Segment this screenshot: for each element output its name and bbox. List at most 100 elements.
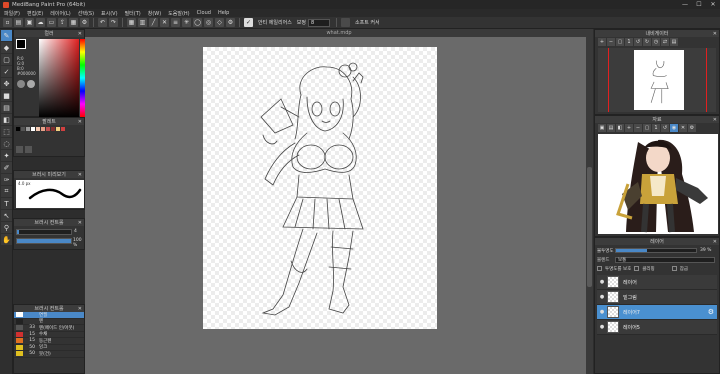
lasso-tool-icon[interactable]: ◌ — [1, 138, 12, 149]
visibility-eye-icon[interactable]: ● — [597, 324, 607, 330]
visibility-eye-icon[interactable]: ● — [597, 294, 607, 300]
brush-list-item[interactable]: 50 붓(건) — [14, 351, 84, 358]
dot-tool-icon[interactable]: ▢ — [1, 54, 12, 65]
add-palette-icon[interactable] — [16, 146, 23, 153]
soft-cursor-checkbox[interactable] — [341, 18, 350, 27]
zoom-out-icon[interactable]: − — [634, 124, 642, 132]
clipping-checkbox[interactable] — [634, 266, 640, 271]
drawing-canvas[interactable] — [203, 47, 437, 329]
undo-icon[interactable]: ↶ — [98, 18, 107, 27]
fit-icon[interactable]: ▢ — [616, 38, 624, 46]
layer-item[interactable]: ● 레이어5 — [597, 320, 717, 335]
pick-color-icon[interactable]: ◉ — [670, 124, 678, 132]
delete-icon[interactable]: ✕ — [679, 124, 687, 132]
brush-opacity-slider[interactable] — [16, 238, 72, 244]
save-icon[interactable]: ▣ — [25, 18, 34, 27]
rotate-left-icon[interactable]: ↺ — [661, 124, 669, 132]
paste-icon[interactable]: ◧ — [616, 124, 624, 132]
image-icon[interactable]: ▣ — [598, 124, 606, 132]
correction-select[interactable]: 8 — [308, 18, 330, 27]
color-mode-icon[interactable] — [17, 80, 25, 88]
menu-file[interactable]: 파일(F) — [4, 10, 20, 17]
flip-icon[interactable]: ⇄ — [661, 38, 669, 46]
eraser-tool-icon[interactable]: ◆ — [1, 42, 12, 53]
snap-settings-icon[interactable]: ⚙ — [226, 18, 235, 27]
palette-swatch[interactable] — [61, 127, 65, 131]
redo-icon[interactable]: ↷ — [109, 18, 118, 27]
blend-mode-select[interactable]: 보통 — [615, 256, 715, 263]
share-icon[interactable]: ⇪ — [58, 18, 67, 27]
scrollbar-thumb[interactable] — [587, 167, 592, 287]
eyedropper-tool-icon[interactable]: ⚲ — [1, 222, 12, 233]
navigator-options-icon[interactable]: ▤ — [670, 38, 678, 46]
fill-tool-icon[interactable]: ■ — [1, 90, 12, 101]
zoom-in-icon[interactable]: + — [598, 38, 606, 46]
lock-checkbox[interactable] — [671, 266, 677, 271]
close-button[interactable]: ✕ — [706, 1, 720, 8]
print-icon[interactable]: ▦ — [69, 18, 78, 27]
antialias-checkbox[interactable]: ✓ — [244, 18, 253, 27]
reference-image[interactable] — [598, 134, 718, 234]
rotate-right-icon[interactable]: ↻ — [643, 38, 651, 46]
fit-icon[interactable]: ▢ — [643, 124, 651, 132]
palette-swatch[interactable] — [41, 127, 45, 131]
perspective-snap-icon[interactable]: ◇ — [215, 18, 224, 27]
layer-item[interactable]: ● 밑그림 — [597, 290, 717, 305]
palette-swatch[interactable] — [36, 127, 40, 131]
layer-opacity-slider[interactable] — [615, 248, 697, 253]
zoom-in-icon[interactable]: + — [625, 124, 633, 132]
color-wheel-icon[interactable] — [27, 80, 35, 88]
check-tool-icon[interactable]: ✓ — [1, 66, 12, 77]
magic-wand-icon[interactable]: ✦ — [1, 150, 12, 161]
visibility-eye-icon[interactable]: ● — [597, 309, 607, 315]
brush-tool-icon[interactable]: ✎ — [1, 30, 12, 41]
select-eraser-icon[interactable]: ✑ — [1, 174, 12, 185]
new-file-icon[interactable]: ▫ — [3, 18, 12, 27]
visibility-eye-icon[interactable]: ● — [597, 279, 607, 285]
line-snap-icon[interactable]: ╱ — [149, 18, 158, 27]
menu-cloud[interactable]: Cloud — [197, 10, 211, 16]
zoom-out-icon[interactable]: − — [607, 38, 615, 46]
rotate-left-icon[interactable]: ↺ — [634, 38, 642, 46]
cloud-icon[interactable]: ☁ — [36, 18, 45, 27]
select-pen-icon[interactable]: ✐ — [1, 162, 12, 173]
bucket-tool-icon[interactable]: ◧ — [1, 114, 12, 125]
layer-item[interactable]: ● 레이어 — [597, 275, 717, 290]
open-file-icon[interactable]: ▤ — [14, 18, 23, 27]
palette-swatch[interactable] — [26, 127, 30, 131]
palette-swatch[interactable] — [31, 127, 35, 131]
parallel-snap-icon[interactable]: ≡ — [171, 18, 180, 27]
palette-swatch[interactable] — [21, 127, 25, 131]
text-tool-icon[interactable]: T — [1, 198, 12, 209]
grid-icon[interactable]: ▦ — [127, 18, 136, 27]
curve-snap-icon[interactable]: ◎ — [204, 18, 213, 27]
hand-tool-icon[interactable]: ✋ — [1, 234, 12, 245]
primary-color-swatch[interactable] — [16, 39, 26, 49]
circle-snap-icon[interactable]: ◯ — [193, 18, 202, 27]
saturation-value-picker[interactable] — [39, 39, 79, 117]
material-settings-icon[interactable]: ⚙ — [688, 124, 696, 132]
document-tab[interactable]: what.mdp — [85, 29, 593, 37]
settings-icon[interactable]: ⚙ — [80, 18, 89, 27]
menu-help[interactable]: 도움말(H) — [168, 10, 189, 17]
open-folder-icon[interactable]: ▤ — [607, 124, 615, 132]
menu-edit[interactable]: 편집(E) — [27, 10, 43, 17]
actual-size-icon[interactable]: 1 — [625, 38, 633, 46]
palette-swatch[interactable] — [56, 127, 60, 131]
delete-palette-icon[interactable] — [25, 146, 32, 153]
layer-item-selected[interactable]: ● 레이어7 ⚙ — [597, 305, 717, 320]
reset-rotation-icon[interactable]: ◷ — [652, 38, 660, 46]
minimize-button[interactable]: — — [678, 1, 692, 8]
layer-settings-gear-icon[interactable]: ⚙ — [708, 308, 714, 316]
palette-swatch[interactable] — [16, 127, 20, 131]
radial-snap-icon[interactable]: ✳ — [182, 18, 191, 27]
divide-tool-icon[interactable]: ⌗ — [1, 186, 12, 197]
operation-tool-icon[interactable]: ↖ — [1, 210, 12, 221]
palette-swatch[interactable] — [51, 127, 55, 131]
menu-help-en[interactable]: Help — [218, 10, 229, 16]
navigator-preview[interactable] — [598, 48, 716, 112]
cross-snap-icon[interactable]: ✕ — [160, 18, 169, 27]
brush-size-slider[interactable] — [16, 229, 72, 235]
export-icon[interactable]: ▭ — [47, 18, 56, 27]
palette-swatch[interactable] — [46, 127, 50, 131]
